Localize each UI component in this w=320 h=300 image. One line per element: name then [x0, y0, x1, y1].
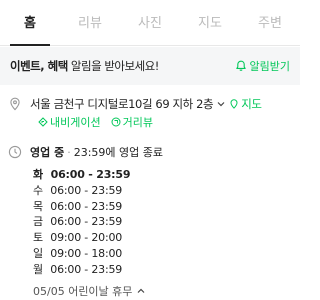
schedule-row: 목 06:00 - 23:59 — [33, 199, 130, 215]
schedule-time: 06:00 - 23:59 — [50, 199, 123, 213]
street-view-link[interactable]: 거리뷰 — [111, 114, 153, 130]
notification-banner: 이벤트, 혜택 알림을 받아보세요! 알림받기 — [0, 47, 300, 85]
subscribe-alerts-label: 알림받기 — [249, 60, 290, 73]
navigation-link[interactable]: 내비게이션 — [38, 114, 101, 130]
tab-map[interactable]: 지도 — [180, 0, 240, 45]
schedule-time: 06:00 - 23:59 — [50, 215, 123, 229]
hours-status[interactable]: 영업 중 · 23:59에 영업 종료 — [30, 144, 163, 160]
bell-icon — [235, 60, 246, 71]
schedule-day: 수 — [33, 183, 43, 197]
tab-nearby[interactable]: 주변 — [240, 0, 300, 45]
schedule-row: 금 06:00 - 23:59 — [33, 214, 130, 230]
schedule-row-today: 화 06:00 - 23:59 — [33, 167, 130, 183]
schedule-day: 화 — [33, 168, 43, 181]
schedule-time: 06:00 - 23:59 — [50, 262, 123, 276]
tab-reviews[interactable]: 리뷰 — [60, 0, 120, 45]
address-line: 서울 금천구 디지털로10길 69 지하 2층 지도 — [30, 96, 262, 112]
street-view-link-label: 거리뷰 — [122, 116, 153, 129]
schedule-time: 09:00 - 18:00 — [50, 246, 123, 260]
schedule-row: 일 09:00 - 18:00 — [33, 246, 130, 262]
chevron-up-icon — [137, 288, 145, 293]
map-link-label: 지도 — [241, 97, 262, 111]
tab-bar: 홈 리뷰 사진 지도 주변 — [0, 0, 300, 46]
open-status: 영업 중 — [30, 146, 65, 159]
subscribe-alerts-button[interactable]: 알림받기 — [235, 58, 290, 74]
closing-time: 23:59에 영업 종료 — [73, 146, 163, 159]
street-view-icon — [111, 117, 121, 127]
schedule-day: 토 — [33, 231, 43, 245]
schedule-day: 일 — [33, 246, 43, 260]
schedule-time: 09:00 - 20:00 — [50, 231, 123, 245]
tab-home[interactable]: 홈 — [0, 0, 60, 46]
schedule-time: 06:00 - 23:59 — [50, 183, 123, 197]
map-pin-icon — [230, 99, 238, 109]
banner-text-bold: 이벤트, 혜택 — [10, 59, 68, 73]
schedule-row: 수 06:00 - 23:59 — [33, 183, 130, 199]
navigation-icon — [38, 117, 48, 127]
banner-text-rest: 알림을 받아보세요! — [67, 59, 159, 73]
schedule-day: 목 — [33, 199, 43, 213]
tab-photos[interactable]: 사진 — [120, 0, 180, 45]
holiday-text: 05/05 어린이날 휴무 — [33, 285, 133, 298]
address-section: 서울 금천구 디지털로10길 69 지하 2층 지도 내비게이션 거리뷰 — [0, 96, 300, 134]
chevron-down-icon[interactable] — [216, 99, 226, 109]
schedule-day: 월 — [33, 262, 43, 276]
address-text: 서울 금천구 디지털로10길 69 지하 2층 — [30, 97, 214, 111]
holiday-notice[interactable]: 05/05 어린이날 휴무 — [33, 283, 146, 299]
location-pin-icon — [10, 97, 20, 111]
weekly-schedule: 화 06:00 - 23:59 수 06:00 - 23:59 목 06:00 … — [33, 167, 130, 278]
navigation-link-label: 내비게이션 — [50, 116, 101, 129]
schedule-row: 월 06:00 - 23:59 — [33, 262, 130, 278]
banner-text: 이벤트, 혜택 알림을 받아보세요! — [10, 58, 159, 74]
address-links: 내비게이션 거리뷰 — [38, 114, 153, 130]
map-link[interactable]: 지도 — [229, 96, 262, 112]
schedule-day: 금 — [33, 215, 43, 229]
clock-icon — [8, 145, 22, 159]
schedule-row: 토 09:00 - 20:00 — [33, 230, 130, 246]
schedule-time: 06:00 - 23:59 — [50, 168, 131, 181]
